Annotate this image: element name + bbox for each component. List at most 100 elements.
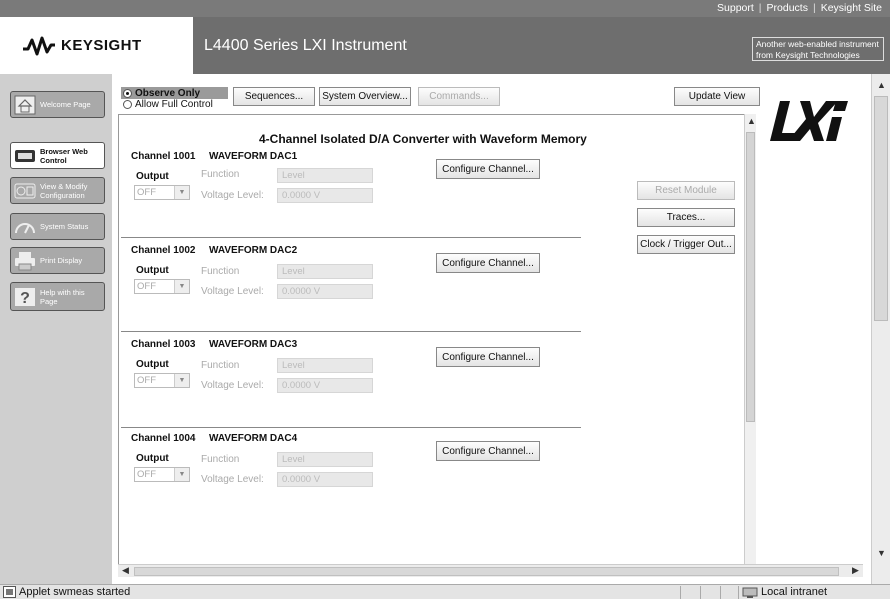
support-link[interactable]: Support bbox=[717, 2, 754, 14]
status-separator bbox=[738, 586, 739, 599]
logo-text: KEYSIGHT bbox=[61, 37, 142, 54]
voltage-field[interactable]: 0.0000 V bbox=[277, 284, 373, 299]
output-select[interactable]: OFF ▼ bbox=[134, 373, 190, 388]
web-instrument-badge: Another web-enabled instrument from Keys… bbox=[752, 37, 884, 61]
link-separator: | bbox=[812, 2, 816, 14]
output-value: OFF bbox=[137, 375, 156, 386]
traces-button[interactable]: Traces... bbox=[637, 208, 735, 227]
voltage-field[interactable]: 0.0000 V bbox=[277, 378, 373, 393]
svg-text:?: ? bbox=[20, 290, 30, 307]
radio-selected-icon bbox=[123, 88, 132, 98]
sidebar-item-help[interactable]: ? Help with this Page bbox=[10, 282, 105, 311]
lxi-logo bbox=[770, 101, 848, 141]
channel-name: WAVEFORM DAC2 bbox=[209, 245, 298, 256]
function-field[interactable]: Level bbox=[277, 264, 373, 279]
chevron-down-icon: ▼ bbox=[174, 280, 189, 293]
sidebar-item-print-display[interactable]: Print Display bbox=[10, 247, 105, 274]
divider bbox=[121, 331, 581, 332]
panel-vertical-scrollbar[interactable]: ▲ bbox=[744, 114, 756, 564]
observe-only-label: Observe Only bbox=[135, 87, 201, 99]
link-separator: | bbox=[758, 2, 762, 14]
scrollbar-thumb[interactable] bbox=[746, 132, 755, 422]
sidebar-item-system-status[interactable]: System Status bbox=[10, 213, 105, 240]
clock-trigger-out-button[interactable]: Clock / Trigger Out... bbox=[637, 235, 735, 254]
configure-channel-button[interactable]: Configure Channel... bbox=[436, 159, 540, 179]
home-icon bbox=[14, 95, 36, 114]
products-link[interactable]: Products bbox=[767, 2, 808, 14]
channel-name: WAVEFORM DAC4 bbox=[209, 433, 298, 444]
scroll-up-icon[interactable]: ▲ bbox=[747, 116, 756, 126]
sidebar-item-label: View & Modify Configuration bbox=[40, 181, 88, 200]
scrollbar-thumb[interactable] bbox=[134, 567, 839, 576]
page-title: L4400 Series LXI Instrument bbox=[204, 36, 407, 54]
status-icon bbox=[15, 222, 35, 233]
output-select[interactable]: OFF ▼ bbox=[134, 467, 190, 482]
status-bar: Applet swmeas started Local intranet bbox=[0, 584, 890, 599]
function-field[interactable]: Level bbox=[277, 168, 373, 183]
update-view-button[interactable]: Update View bbox=[674, 87, 760, 106]
printer-icon bbox=[15, 251, 35, 270]
reset-module-button[interactable]: Reset Module bbox=[637, 181, 735, 200]
status-separator bbox=[700, 586, 701, 599]
sidebar: Welcome Page Browser Web Control View & … bbox=[0, 74, 112, 584]
output-select[interactable]: OFF ▼ bbox=[134, 279, 190, 294]
voltage-label: Voltage Level: bbox=[201, 474, 264, 485]
output-label: Output bbox=[136, 359, 169, 370]
configure-channel-button[interactable]: Configure Channel... bbox=[436, 441, 540, 461]
output-label: Output bbox=[136, 265, 169, 276]
voltage-field[interactable]: 0.0000 V bbox=[277, 472, 373, 487]
output-label: Output bbox=[136, 453, 169, 464]
allow-full-control-label: Allow Full Control bbox=[135, 99, 213, 110]
local-intranet-icon bbox=[742, 587, 758, 598]
voltage-field[interactable]: 0.0000 V bbox=[277, 188, 373, 203]
sidebar-item-label: System Status bbox=[40, 222, 89, 231]
sequences-button[interactable]: Sequences... bbox=[233, 87, 315, 106]
allow-full-control-radio[interactable]: Allow Full Control bbox=[123, 99, 213, 110]
sidebar-item-configuration[interactable]: View & Modify Configuration bbox=[10, 177, 105, 204]
radio-unselected-icon bbox=[123, 100, 132, 109]
panel-title: 4-Channel Isolated D/A Converter with Wa… bbox=[259, 132, 587, 146]
channel-name: WAVEFORM DAC3 bbox=[209, 339, 298, 350]
chevron-down-icon: ▼ bbox=[174, 468, 189, 481]
status-text: Applet swmeas started bbox=[19, 586, 131, 598]
control-toolbar: Observe Only Allow Full Control Sequence… bbox=[112, 74, 867, 114]
scroll-left-icon[interactable]: ◀ bbox=[122, 565, 129, 576]
sidebar-item-welcome[interactable]: Welcome Page bbox=[10, 91, 105, 118]
output-select[interactable]: OFF ▼ bbox=[134, 185, 190, 200]
divider bbox=[121, 237, 581, 238]
scroll-up-icon[interactable]: ▲ bbox=[877, 80, 886, 90]
keysight-site-link[interactable]: Keysight Site bbox=[821, 2, 882, 14]
status-separator bbox=[680, 586, 681, 599]
commands-button[interactable]: Commands... bbox=[418, 87, 500, 106]
page-vertical-scrollbar[interactable]: ▲ ▼ bbox=[871, 74, 890, 584]
header: KEYSIGHT L4400 Series LXI Instrument Ano… bbox=[0, 17, 890, 74]
observe-only-radio[interactable]: Observe Only bbox=[121, 87, 229, 99]
function-field[interactable]: Level bbox=[277, 452, 373, 467]
system-overview-button[interactable]: System Overview... bbox=[319, 87, 411, 106]
scroll-down-icon[interactable]: ▼ bbox=[877, 548, 886, 558]
function-label: Function bbox=[201, 266, 240, 277]
function-field[interactable]: Level bbox=[277, 358, 373, 373]
output-value: OFF bbox=[137, 469, 156, 480]
channel-name: WAVEFORM DAC1 bbox=[209, 151, 298, 162]
sidebar-item-browser-web-control[interactable]: Browser Web Control bbox=[10, 142, 105, 169]
help-icon: ? bbox=[15, 287, 35, 307]
voltage-label: Voltage Level: bbox=[201, 286, 264, 297]
output-value: OFF bbox=[137, 187, 156, 198]
configure-channel-button[interactable]: Configure Channel... bbox=[436, 253, 540, 273]
channel-row: Channel 1001 WAVEFORM DAC1 Output OFF ▼ F… bbox=[119, 151, 589, 231]
channel-id: Channel 1003 bbox=[131, 339, 196, 350]
scrollbar-thumb[interactable] bbox=[874, 96, 888, 321]
scroll-right-icon[interactable]: ▶ bbox=[852, 565, 859, 576]
channel-row: Channel 1004 WAVEFORM DAC4 Output OFF ▼ F… bbox=[119, 433, 589, 513]
panel-horizontal-scrollbar[interactable]: ◀ ▶ bbox=[118, 564, 863, 577]
keysight-wave-icon bbox=[23, 36, 55, 55]
applet-icon bbox=[3, 586, 16, 598]
channel-id: Channel 1004 bbox=[131, 433, 196, 444]
function-label: Function bbox=[201, 360, 240, 371]
configure-channel-button[interactable]: Configure Channel... bbox=[436, 347, 540, 367]
channel-row: Channel 1002 WAVEFORM DAC2 Output OFF ▼ F… bbox=[119, 245, 589, 325]
title-bar: L4400 Series LXI Instrument Another web-… bbox=[193, 17, 890, 74]
output-label: Output bbox=[136, 171, 169, 182]
channel-id: Channel 1002 bbox=[131, 245, 196, 256]
